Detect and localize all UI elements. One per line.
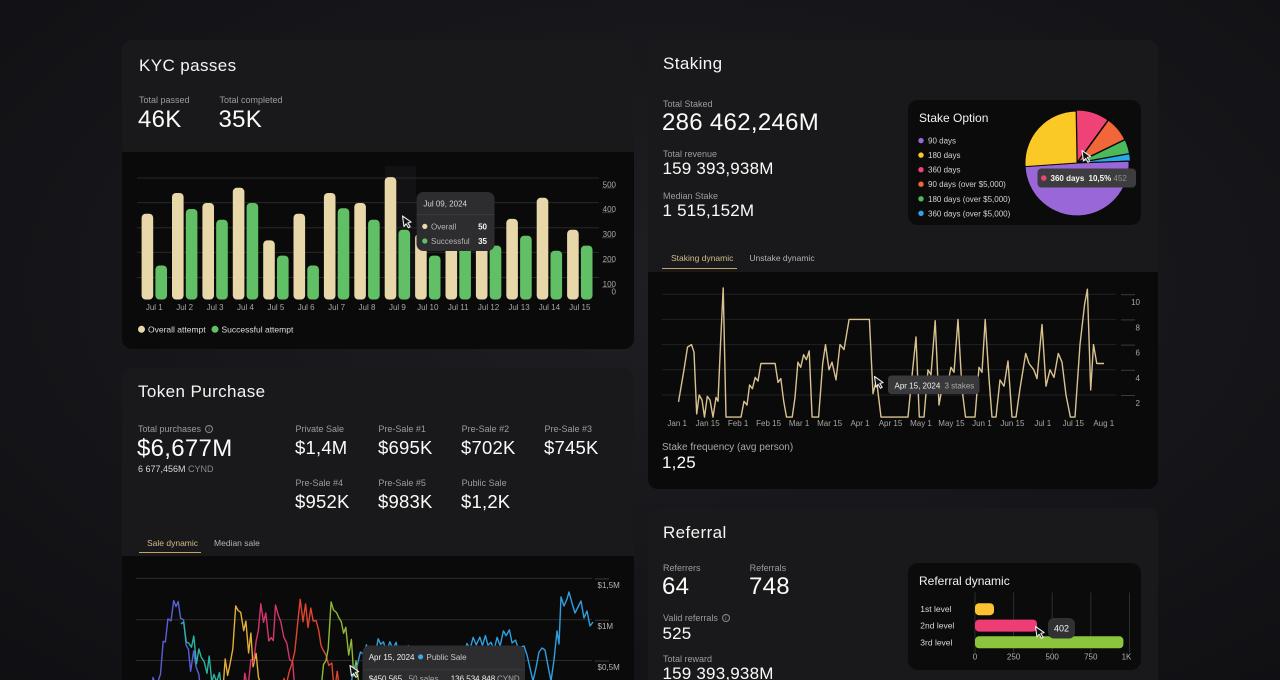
svg-text:Apr 15, 2024: Apr 15, 2024 (895, 382, 941, 391)
svg-text:50: 50 (478, 223, 487, 232)
svg-text:Jul 09, 2024: Jul 09, 2024 (423, 200, 467, 209)
svg-text:402: 402 (1054, 624, 1069, 634)
svg-text:3 stakes: 3 stakes (945, 382, 975, 391)
svg-text:50 sales: 50 sales (409, 675, 439, 680)
svg-text:$450,565: $450,565 (369, 675, 403, 680)
svg-text:35: 35 (478, 237, 487, 246)
svg-text:Overall: Overall (431, 223, 457, 232)
svg-text:10,5%: 10,5% (1089, 174, 1112, 183)
svg-text:Apr 15, 2024: Apr 15, 2024 (369, 653, 415, 662)
svg-text:Successful: Successful (431, 237, 470, 246)
svg-text:136 534,848: 136 534,848 (451, 675, 496, 680)
svg-text:452: 452 (1114, 174, 1128, 183)
svg-text:360 days: 360 days (1051, 174, 1085, 183)
svg-text:Public Sale: Public Sale (427, 653, 468, 662)
svg-text:CYND: CYND (497, 675, 520, 680)
